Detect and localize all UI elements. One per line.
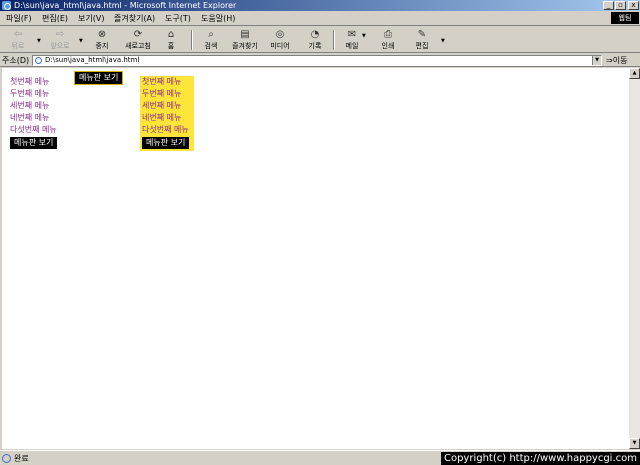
go-button[interactable]: ⇒이동 [606,55,627,66]
refresh-icon: ⟳ [133,29,143,40]
media-button[interactable]: ◎ 미디어 [260,29,300,51]
history-icon: ◔ [310,29,320,40]
status-bar: 완료 Copyright(c) http://www.happycgi.com [0,450,640,465]
search-icon: ⌕ [208,29,214,40]
menu-file[interactable]: 파일(F) [6,13,32,24]
go-label: 이동 [612,56,628,65]
stop-label: 중지 [95,42,109,50]
address-input[interactable]: D:\sun\java_html\java.html ▼ [32,55,602,66]
left-menu-item-2[interactable]: 두번째 메뉴 [10,88,64,100]
menu-tools[interactable]: 도구(T) [165,13,191,24]
right-menu-item-2[interactable]: 두번째 메뉴 [142,88,192,100]
media-label: 미디어 [270,42,290,50]
forward-label: 앞으로 [50,42,70,50]
left-menu-item-5[interactable]: 다섯번째 메뉴 [10,124,64,136]
right-show-menu-button[interactable]: 메뉴판 보기 [142,137,190,149]
favorites-button[interactable]: ▤ 즐겨찾기 [225,29,265,51]
home-label: 홈 [167,42,175,50]
edit-button[interactable]: ✎ 편집 [402,29,442,51]
left-menu-item-4[interactable]: 네번째 메뉴 [10,112,64,124]
page-icon [35,57,42,64]
title-bar: D:\sun\java_html\java.html - Microsoft I… [0,0,640,11]
copyright-watermark: Copyright(c) http://www.happycgi.com [440,452,640,465]
stop-icon: ⊗ [97,29,107,40]
forward-button[interactable]: ⇨ 앞으로 [40,29,80,51]
home-button[interactable]: ⌂ 홈 [151,29,191,51]
go-arrow-icon: ⇒ [606,56,613,65]
favorites-label: 즐겨찾기 [232,42,258,50]
home-icon: ⌂ [167,29,175,40]
right-menu: 첫번째 메뉴 두번째 메뉴 세번째 메뉴 네번째 메뉴 다섯번째 메뉴 메뉴판 … [140,76,194,151]
history-button[interactable]: ◔ 기록 [295,29,335,51]
menu-view[interactable]: 보기(V) [78,13,104,24]
window-title: D:\sun\java_html\java.html - Microsoft I… [14,1,237,10]
mail-label: 메일 [345,42,359,50]
printer-icon: ⎙ [384,29,392,40]
edit-dropdown-icon[interactable]: ▼ [441,38,445,44]
toolbar: ⇦ 뒤로 ▼ ⇨ 앞으로 ▼ ⊗ 중지 ⟳ 새로고침 ⌂ 홈 ⌕ 검색 ▤ 즐겨… [0,27,640,53]
page-content: 첫번째 메뉴 두번째 메뉴 세번째 메뉴 네번째 메뉴 다섯번째 메뉴 메뉴판 … [2,68,629,449]
edit-label: 편집 [415,42,429,50]
back-arrow-icon: ⇦ [13,29,23,40]
mail-button[interactable]: ✉ 메일 [332,29,372,51]
forward-arrow-icon: ⇨ [55,29,65,40]
left-menu: 첫번째 메뉴 두번째 메뉴 세번째 메뉴 네번째 메뉴 다섯번째 메뉴 메뉴판 … [10,76,64,149]
popup-show-menu-button[interactable]: 메뉴판 보기 [74,71,124,85]
close-button[interactable]: x [628,1,639,10]
menu-favorites[interactable]: 즐겨찾기(A) [114,13,155,24]
left-menu-item-3[interactable]: 세번째 메뉴 [10,100,64,112]
maximize-button[interactable]: ▫ [615,1,626,10]
address-dropdown-icon[interactable]: ▼ [592,56,601,65]
menu-bar: 파일(F) 편집(E) 보기(V) 즐겨찾기(A) 도구(T) 도움말(H) 웹… [0,11,640,26]
ie-icon [2,1,11,10]
media-icon: ◎ [275,29,285,40]
stop-button[interactable]: ⊗ 중지 [82,29,122,51]
left-show-menu-button[interactable]: 메뉴판 보기 [10,137,58,149]
back-label: 뒤로 [11,42,25,50]
scroll-up-icon[interactable]: ▲ [629,68,640,79]
menu-edit[interactable]: 편집(E) [42,13,68,24]
address-bar: 주소(D) D:\sun\java_html\java.html ▼ ⇒이동 [0,54,640,67]
right-menu-item-4[interactable]: 네번째 메뉴 [142,112,192,124]
vertical-scrollbar[interactable]: ▲ ▼ [629,68,640,449]
mail-dropdown-icon[interactable]: ▼ [362,33,366,39]
edit-icon: ✎ [417,29,427,40]
brand-logo: 웹팀 [611,12,639,24]
minimize-button[interactable]: _ [603,1,614,10]
menu-help[interactable]: 도움말(H) [201,13,235,24]
left-menu-item-1[interactable]: 첫번째 메뉴 [10,76,64,88]
history-label: 기록 [308,42,322,50]
right-menu-item-3[interactable]: 세번째 메뉴 [142,100,192,112]
right-menu-item-5[interactable]: 다섯번째 메뉴 [142,124,192,136]
scroll-down-icon[interactable]: ▼ [629,438,640,449]
status-text: 완료 [14,454,29,463]
page-done-icon [2,454,11,463]
address-label: 주소(D) [2,56,30,65]
favorites-folder-icon: ▤ [240,29,250,40]
back-button[interactable]: ⇦ 뒤로 [0,29,38,51]
right-menu-item-1[interactable]: 첫번째 메뉴 [142,76,192,88]
mail-icon: ✉ [347,29,357,40]
address-value: D:\sun\java_html\java.html [45,56,140,64]
